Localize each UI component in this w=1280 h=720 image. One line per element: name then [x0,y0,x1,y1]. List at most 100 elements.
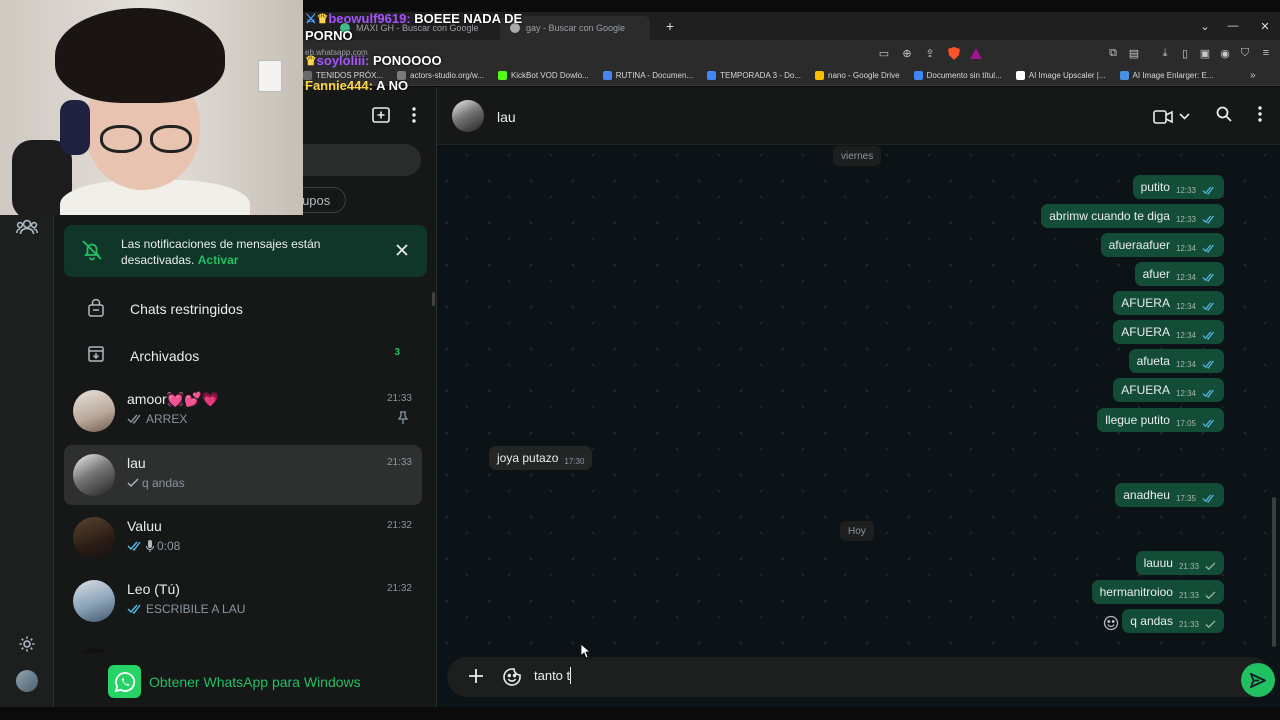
chat-preview: 0:08 [127,539,180,553]
sidebar-icon[interactable]: ▯ [1177,45,1193,61]
tab-search-chevron-icon[interactable]: ⌄ [1190,12,1220,40]
bookmark-favicon-icon [913,71,923,80]
restricted-chats-row[interactable]: Chats restringidos [54,287,437,331]
conversation-scrollbar[interactable] [1272,497,1276,647]
menu-dots-icon[interactable] [412,107,416,128]
cast-icon[interactable]: ▭ [876,45,892,61]
reader-icon[interactable]: ▤ [1126,45,1142,61]
zoom-icon[interactable]: ⊕ [899,45,915,61]
bookmark-item[interactable]: AI Image Enlarger: E... [1119,71,1213,80]
bookmark-label: AI Image Upscaler |... [1028,71,1106,80]
outgoing-message[interactable]: hermanitroioo 21:33 [1091,580,1224,604]
attach-plus-icon[interactable] [469,669,483,688]
new-tab-button[interactable]: + [655,12,685,40]
tab-title: gay - Buscar con Google [526,23,626,33]
message-text: q andas [1130,614,1173,628]
outgoing-message[interactable]: AFUERA 12:34 [1113,320,1224,344]
sticker-icon[interactable] [503,668,521,691]
chat-time: 21:33 [386,393,412,404]
muted-bell-icon [80,238,104,267]
menu-dots-icon[interactable] [1258,106,1262,127]
chat-list-scrollbar[interactable] [432,292,435,306]
extensions-icon[interactable]: ⧉ [1105,45,1121,61]
avatar [73,517,115,559]
video-call-icon[interactable] [1153,109,1190,124]
chat-username: beowulf9619: [328,11,411,26]
settings-gear-icon[interactable] [15,632,39,656]
message-input[interactable] [534,668,1134,683]
message-time: 12:33 [1175,185,1196,195]
incoming-message[interactable]: joya putazo 17:30 [489,446,593,470]
screen: MAXI GH - Buscar con Google gay - Buscar… [0,0,1280,720]
stream-chat-message-cont: PORNO [305,28,353,43]
bookmark-label: nano - Google Drive [828,71,900,80]
brave-rewards-icon[interactable] [968,45,984,61]
new-chat-icon[interactable] [372,107,390,128]
date-divider: Hoy [840,521,874,541]
message-text: lauuu [1143,556,1173,570]
chat-name: amoor💓💕💗 [127,391,219,407]
outgoing-message[interactable]: q andas 21:33 [1122,609,1224,633]
profile-avatar[interactable] [16,670,38,692]
chat-list-item[interactable]: Leo (Tú) 21:32 ESCRIBILE A LAU [64,571,422,631]
share-icon[interactable]: ⇪ [922,45,938,61]
brave-shield-icon[interactable] [946,45,962,61]
restore-button[interactable] [1219,12,1249,40]
menu-icon[interactable]: ≡ [1258,45,1274,61]
chat-list-item-selected[interactable]: lau 21:33 q andas [64,445,422,505]
contact-name[interactable]: lau [497,109,516,125]
chevron-down-icon[interactable] [1179,113,1190,120]
archived-row[interactable]: Archivados 3 [54,334,437,378]
bookmark-item[interactable]: nano - Google Drive [815,71,900,80]
archive-icon [88,346,104,367]
emoji-reaction-icon[interactable] [1103,615,1119,631]
outgoing-message[interactable]: AFUERA 12:34 [1113,291,1224,315]
activate-link[interactable]: Activar [198,253,239,267]
double-check-icon [1202,273,1214,282]
outgoing-message[interactable]: afueta 12:34 [1128,349,1224,373]
chat-preview-text: ESCRIBILE A LAU [146,602,246,616]
message-text: anadheu [1123,488,1170,502]
bookmark-item[interactable]: RUTINA - Documen... [602,71,694,80]
outgoing-message[interactable]: afueraafuer 12:34 [1100,233,1224,257]
get-app-banner[interactable]: Obtener WhatsApp para Windows [108,665,361,698]
conversation-header[interactable]: lau [437,87,1280,145]
chat-message-text: A NO [376,78,409,93]
bookmark-item[interactable]: AI Image Upscaler |... [1015,71,1106,80]
outgoing-message[interactable]: abrimw cuando te diga 12:33 [1041,204,1224,228]
send-button[interactable] [1241,663,1275,697]
browser-tab-active[interactable]: gay - Buscar con Google [500,16,650,40]
double-check-icon [1202,302,1214,311]
shield-icon[interactable]: ⛉ [1237,45,1253,61]
close-icon[interactable] [391,239,413,261]
bookmark-item[interactable]: Documento sin títul... [913,71,1002,80]
outgoing-message[interactable]: lauuu 21:33 [1135,551,1224,575]
chat-list-item-partial[interactable] [64,639,422,653]
wallet-icon[interactable]: ▣ [1197,45,1213,61]
search-icon[interactable] [1216,106,1232,127]
outgoing-message[interactable]: AFUERA 12:34 [1113,378,1224,402]
crown-icon: ♛ [305,53,317,68]
chat-list-item[interactable]: amoor💓💕💗 21:33 ARREX [64,381,422,441]
communities-icon[interactable] [15,215,39,239]
close-window-button[interactable]: ✕ [1250,12,1280,40]
message-time: 21:33 [1178,590,1199,600]
message-time: 12:34 [1175,301,1196,311]
message-input-box[interactable] [447,657,1275,697]
notification-banner: Las notificaciones de mensajes están des… [64,225,427,277]
get-app-label: Obtener WhatsApp para Windows [149,673,361,690]
outgoing-message[interactable]: anadheu 17:35 [1115,483,1224,507]
vpn-icon[interactable]: ◉ [1217,45,1233,61]
outgoing-message[interactable]: llegue putito 17:05 [1097,408,1224,432]
more-bookmarks-icon[interactable]: » [1250,70,1256,81]
outgoing-message[interactable]: afuer 12:34 [1134,262,1224,286]
double-check-icon [127,414,141,424]
contact-avatar[interactable] [452,100,484,132]
chat-list-item[interactable]: Valuu 21:32 0:08 [64,508,422,568]
bookmark-item[interactable]: TEMPORADA 3 - Do... [707,71,801,80]
download-icon[interactable]: ⤓ [1157,45,1173,61]
bookmark-label: RUTINA - Documen... [615,71,694,80]
chat-username: soyloliii: [316,53,370,68]
message-time: 17:30 [564,456,585,466]
outgoing-message[interactable]: putito 12:33 [1132,175,1224,199]
